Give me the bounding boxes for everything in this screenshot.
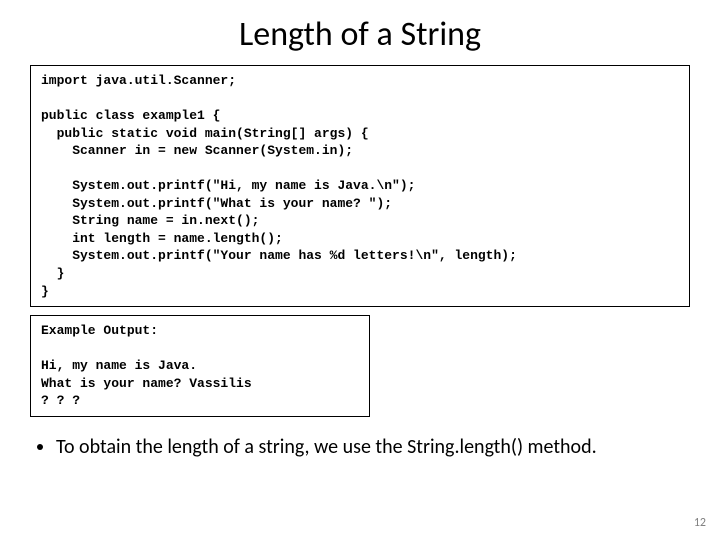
page-number: 12 bbox=[694, 516, 706, 530]
bullet-list: To obtain the length of a string, we use… bbox=[30, 435, 690, 459]
code-block: import java.util.Scanner; public class e… bbox=[30, 65, 690, 307]
slide: Length of a String import java.util.Scan… bbox=[0, 0, 720, 540]
slide-title: Length of a String bbox=[30, 14, 690, 55]
bullet-item: To obtain the length of a string, we use… bbox=[56, 435, 690, 459]
output-block: Example Output: Hi, my name is Java. Wha… bbox=[30, 315, 370, 417]
